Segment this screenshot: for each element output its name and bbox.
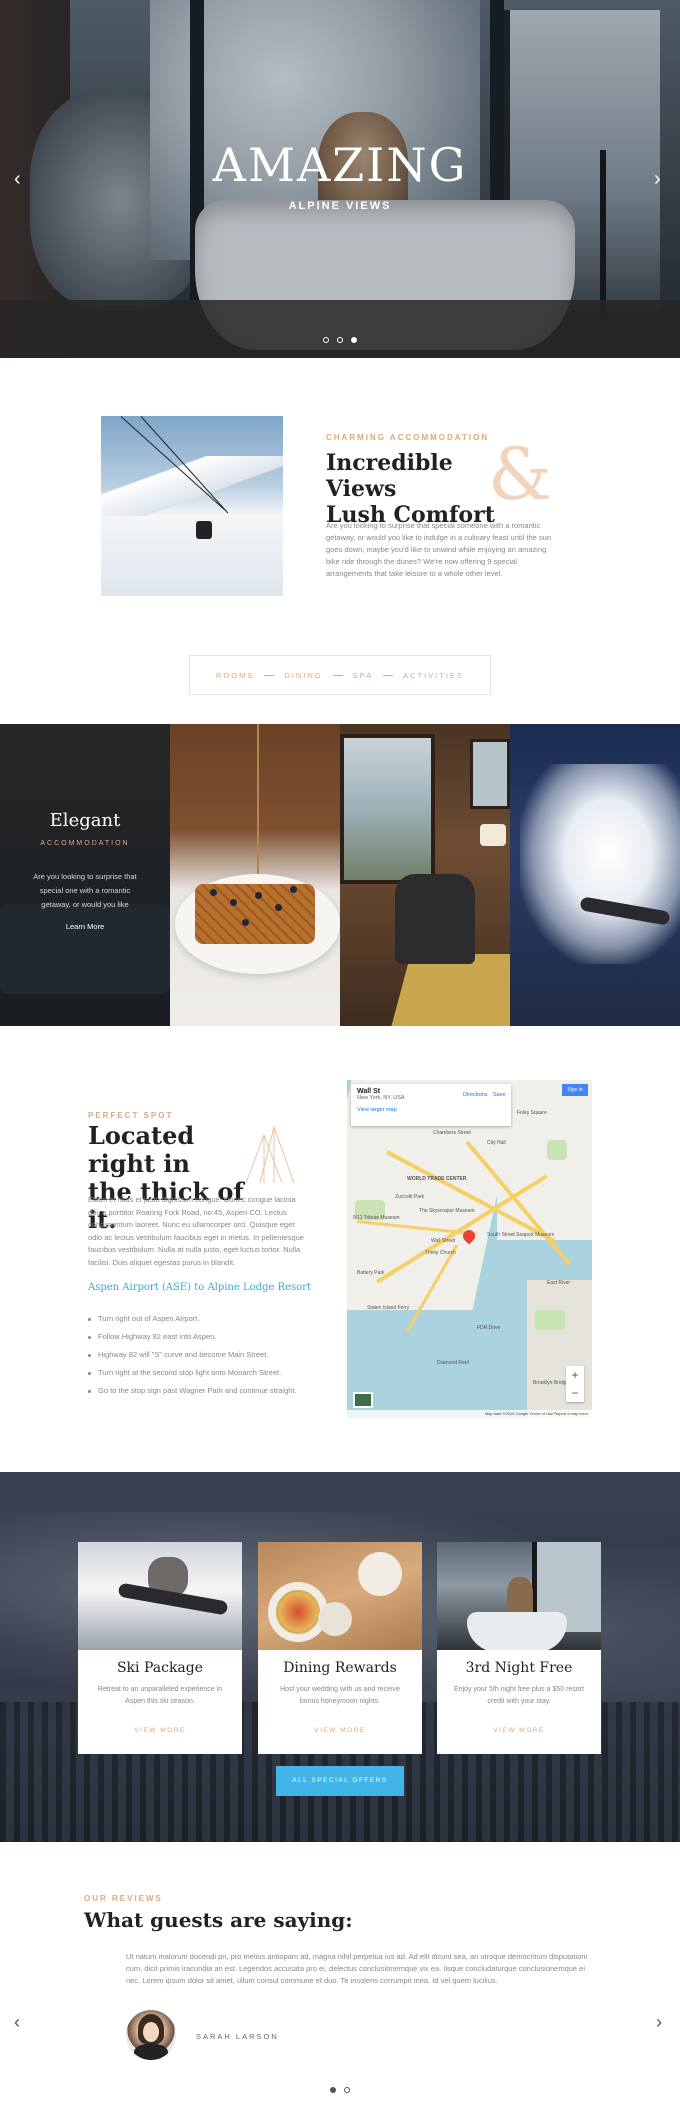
feature-text: Are you looking to surprise that special… [33, 872, 137, 909]
reviews-title: What guests are saying: [84, 1908, 353, 1932]
tab-spa[interactable]: SPA [353, 671, 373, 680]
map-label: East River [547, 1280, 571, 1286]
tab-separator [264, 674, 275, 676]
offer-card-night[interactable]: 3rd Night Free Enjoy your 5th night free… [437, 1542, 601, 1754]
bath-image [437, 1542, 601, 1650]
map-directions-button[interactable]: Directions [463, 1092, 487, 1098]
map-label: FDR Drive [477, 1325, 501, 1331]
map-sign-in-button[interactable]: Sign in [562, 1084, 588, 1096]
map-label: Foley Square [517, 1110, 547, 1116]
ski-image [78, 1542, 242, 1650]
offer-text: Host your wedding with us and receive bo… [280, 1686, 400, 1705]
offer-card-dining[interactable]: Dining Rewards Host your wedding with us… [258, 1542, 422, 1754]
hero-dot-3[interactable] [351, 337, 358, 343]
map-label: Chambers Street [433, 1130, 471, 1136]
tab-activities[interactable]: ACTIVITIES [403, 671, 464, 680]
map-zoom-control: + − [566, 1366, 584, 1402]
zoom-in-button[interactable]: + [566, 1366, 584, 1384]
reviews-prev-arrow-icon[interactable]: ‹ [14, 2012, 20, 2033]
reviewer-name: SARAH LARSON [196, 2032, 279, 2041]
hero-next-arrow-icon[interactable]: › [654, 168, 661, 191]
intro-eyebrow: CHARMING ACCOMMODATION [326, 433, 490, 442]
tab-separator [332, 674, 343, 676]
offer-title: 3rd Night Free [465, 1660, 573, 1676]
dining-image [258, 1542, 422, 1650]
mountain-icon [245, 1125, 295, 1184]
zoom-out-button[interactable]: − [566, 1384, 584, 1402]
list-item: Turn right at the second stop light onto… [88, 1364, 318, 1382]
hero-subtitle: ALPINE VIEWS [288, 200, 392, 212]
intro-text: Are you looking to surprise that special… [326, 521, 551, 578]
offer-text: Retreat to an unparalleled experience in… [97, 1686, 223, 1705]
list-item: Go to the stop sign past Wagner Park and… [88, 1382, 318, 1400]
activities-panel[interactable] [510, 724, 680, 1026]
category-tabs: ROOMS DINING SPA ACTIVITIES [189, 655, 491, 695]
reviews-dot-2[interactable] [344, 2087, 351, 2093]
learn-more-link[interactable]: Learn More [0, 922, 170, 931]
reviews-eyebrow: OUR REVIEWS [84, 1894, 163, 1903]
view-more-link[interactable]: VIEW MORE [78, 1727, 242, 1734]
dining-panel[interactable] [170, 724, 340, 1026]
directions-list: Turn right out of Aspen Airport. Follow … [88, 1310, 318, 1400]
hero-dot-2[interactable] [337, 337, 343, 343]
reviews-next-arrow-icon[interactable]: › [656, 2012, 662, 2033]
map-label: Diamond Reef [437, 1360, 469, 1366]
all-special-offers-button[interactable]: ALL SPECIAL OFFERS [276, 1766, 404, 1796]
tab-separator [383, 674, 394, 676]
spa-panel[interactable] [340, 724, 510, 1026]
map-label: City Hall [487, 1140, 506, 1146]
location-title-line-1: Located right in [88, 1121, 195, 1178]
map-label: Trinity Church [425, 1250, 456, 1256]
feature-gallery: Elegant ACCOMMODATION Are you looking to… [0, 724, 680, 1026]
tab-dining[interactable]: DINING [284, 671, 322, 680]
map-label: WORLD TRADE CENTER [407, 1176, 467, 1182]
intro-title-line-1: Incredible Views [326, 450, 453, 502]
map-footer: Map data ©2019 Google Terms of Use Repor… [347, 1410, 592, 1418]
map-label: The Skyscraper Museum [419, 1208, 475, 1214]
airport-directions-link[interactable]: Aspen Airport (ASE) to Alpine Lodge Reso… [88, 1282, 311, 1293]
map-label: Zuccotti Park [395, 1194, 425, 1200]
map-label: Wall Street [431, 1238, 456, 1244]
hero-pagination [0, 330, 680, 348]
offer-title: Ski Package [116, 1660, 204, 1676]
ampersand-decoration: & [488, 432, 553, 516]
cable-car-image [101, 416, 283, 596]
review-text: Ut natum malorum docendi pri, pro melius… [126, 1952, 588, 1985]
list-item: Turn right out of Aspen Airport. [88, 1310, 318, 1328]
map-label: 9/11 Tribute Museum [353, 1215, 400, 1221]
feature-title: Elegant [49, 810, 121, 831]
reviews-dot-1[interactable] [329, 2087, 336, 2093]
hero-prev-arrow-icon[interactable]: ‹ [14, 168, 21, 191]
map-label: Battery Park [357, 1270, 385, 1276]
offer-card-ski[interactable]: Ski Package Retreat to an unparalleled e… [78, 1542, 242, 1754]
map-satellite-toggle[interactable] [353, 1392, 373, 1408]
offer-title: Dining Rewards [283, 1660, 397, 1676]
map-label: Staten Island Ferry [367, 1305, 410, 1311]
reviews-pagination [0, 2080, 680, 2098]
view-more-link[interactable]: VIEW MORE [258, 1727, 422, 1734]
tab-rooms[interactable]: ROOMS [216, 671, 254, 680]
feature-eyebrow: ACCOMMODATION [40, 840, 130, 847]
view-larger-map-link[interactable]: View larger map [357, 1107, 505, 1113]
map-label: South Street Seaport Museum [487, 1232, 555, 1238]
avatar [126, 2010, 176, 2060]
view-more-link[interactable]: VIEW MORE [437, 1727, 601, 1734]
location-text: Etiam et risus et justo dignissim congue… [88, 1195, 304, 1267]
offer-text: Enjoy your 5th night free plus a $50 res… [454, 1686, 584, 1705]
hero-dot-1[interactable] [322, 337, 329, 343]
map-save-button[interactable]: Save [493, 1092, 506, 1098]
list-item: Follow Highway 82 east into Aspen. [88, 1328, 318, 1346]
map-place-card: Wall St New York, NY, USA View larger ma… [351, 1084, 511, 1126]
location-map[interactable]: WORLD TRADE CENTER The Skyscraper Museum… [347, 1080, 592, 1418]
list-item: Highway 82 will "S" curve and become Mai… [88, 1346, 318, 1364]
rooms-panel[interactable]: Elegant ACCOMMODATION Are you looking to… [0, 724, 170, 1026]
location-eyebrow: PERFECT SPOT [88, 1111, 174, 1120]
hero-title: AMAZING [212, 138, 468, 192]
